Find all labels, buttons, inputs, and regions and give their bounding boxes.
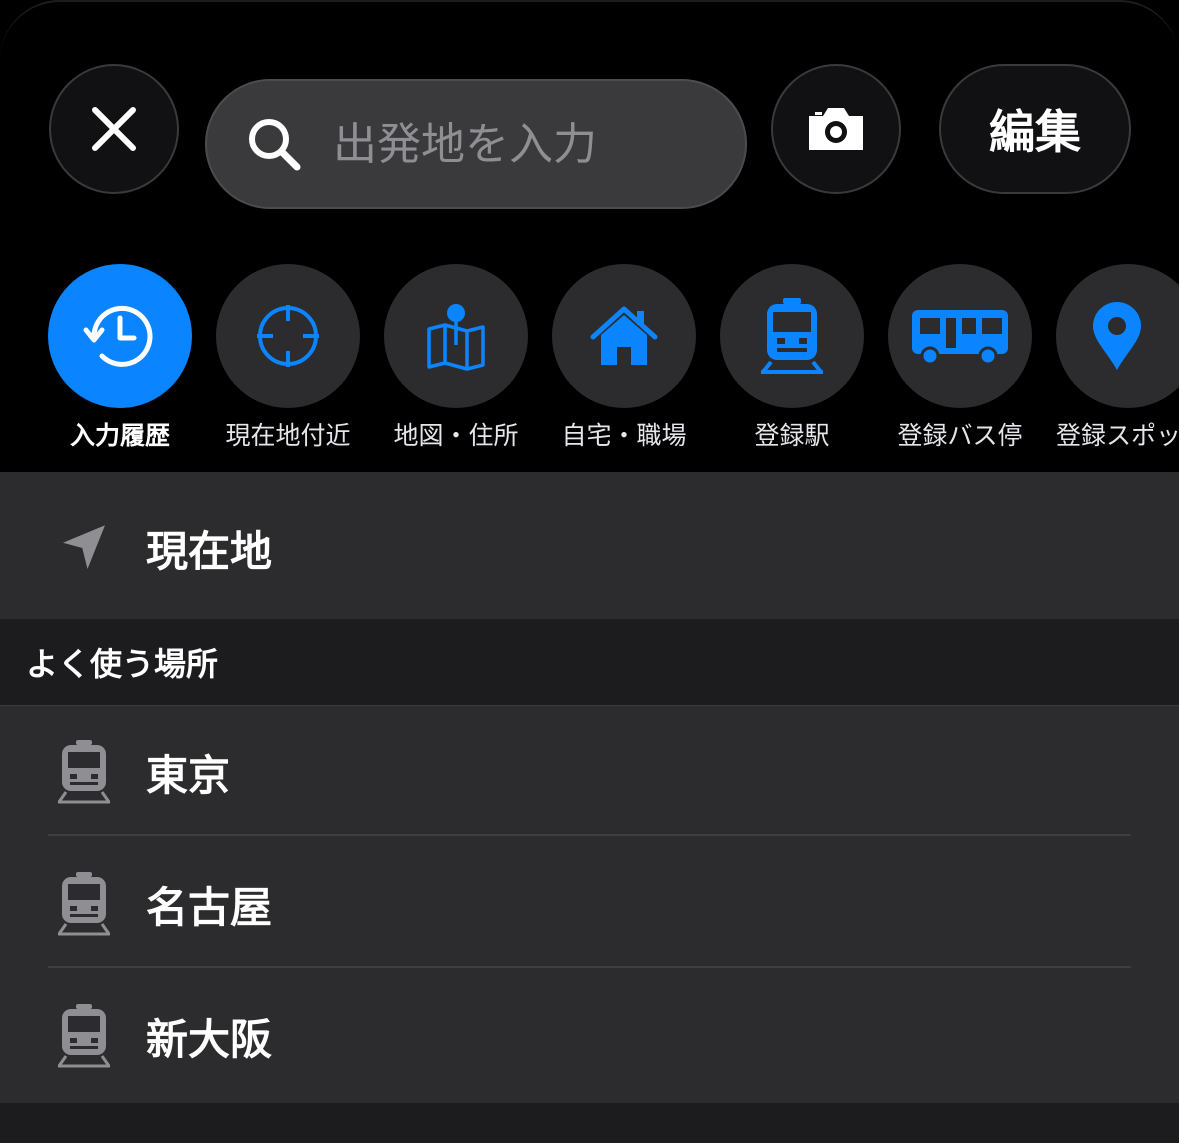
- favorites-header-label: よく使う場所: [26, 645, 219, 683]
- category-nearby[interactable]: 現在地付近: [216, 264, 360, 450]
- category-label: 現在地付近: [225, 421, 351, 450]
- category-circle: [720, 264, 864, 408]
- edit-button[interactable]: 編集: [939, 64, 1131, 194]
- category-circle: [216, 264, 360, 408]
- category-history[interactable]: 入力履歴: [48, 264, 192, 450]
- category-label: 登録駅: [754, 421, 830, 450]
- favorite-item-tokyo[interactable]: 東京: [0, 706, 1179, 838]
- category-circle: [48, 264, 192, 408]
- category-circle: [888, 264, 1032, 408]
- train-icon: [57, 1004, 111, 1068]
- divider: [48, 834, 1131, 836]
- category-circle: [384, 264, 528, 408]
- category-bus-stop[interactable]: 登録バス停: [888, 264, 1032, 450]
- train-icon: [57, 872, 111, 936]
- category-label: 登録バス停: [897, 421, 1023, 450]
- favorite-label: 名古屋: [146, 882, 273, 932]
- favorite-item-shin-osaka[interactable]: 新大阪: [0, 970, 1179, 1102]
- search-input[interactable]: [331, 117, 715, 171]
- search-header: 編集 入力履歴 現在地付近: [0, 0, 1179, 472]
- close-icon: [92, 107, 136, 151]
- category-spot[interactable]: 登録スポッ: [1056, 264, 1179, 450]
- favorite-label: 新大阪: [146, 1014, 273, 1064]
- search-bar[interactable]: [205, 79, 747, 209]
- search-icon: [249, 119, 301, 171]
- history-clock-icon: [83, 305, 153, 367]
- location-list: 現在地 よく使う場所 東京 名古屋 新大阪: [0, 472, 1179, 1143]
- bus-icon: [912, 310, 1008, 366]
- category-circle: [552, 264, 696, 408]
- train-icon: [57, 740, 111, 804]
- train-icon: [761, 298, 823, 374]
- favorite-label: 東京: [146, 750, 231, 800]
- history-section-header: [0, 1103, 1179, 1143]
- camera-button[interactable]: [771, 64, 901, 194]
- location-pin-icon: [1093, 302, 1141, 370]
- category-label: 自宅・職場: [561, 421, 687, 450]
- current-location-label: 現在地: [146, 526, 273, 576]
- category-home[interactable]: 自宅・職場: [552, 264, 696, 450]
- category-map[interactable]: 地図・住所: [384, 264, 528, 450]
- home-icon: [590, 306, 658, 365]
- location-arrow-icon: [63, 525, 105, 569]
- favorite-item-nagoya[interactable]: 名古屋: [0, 838, 1179, 970]
- category-label: 地図・住所: [393, 421, 519, 450]
- category-station[interactable]: 登録駅: [720, 264, 864, 450]
- map-pin-icon: [427, 304, 485, 371]
- crosshair-icon: [257, 305, 319, 367]
- current-location-row[interactable]: 現在地: [0, 482, 1179, 614]
- category-label: 登録スポッ: [1056, 421, 1179, 450]
- close-button[interactable]: [49, 64, 179, 194]
- favorites-section-header: よく使う場所: [0, 619, 1179, 706]
- divider: [48, 966, 1131, 968]
- camera-icon: [809, 108, 863, 150]
- category-label: 入力履歴: [69, 421, 170, 450]
- category-circle: [1056, 264, 1179, 408]
